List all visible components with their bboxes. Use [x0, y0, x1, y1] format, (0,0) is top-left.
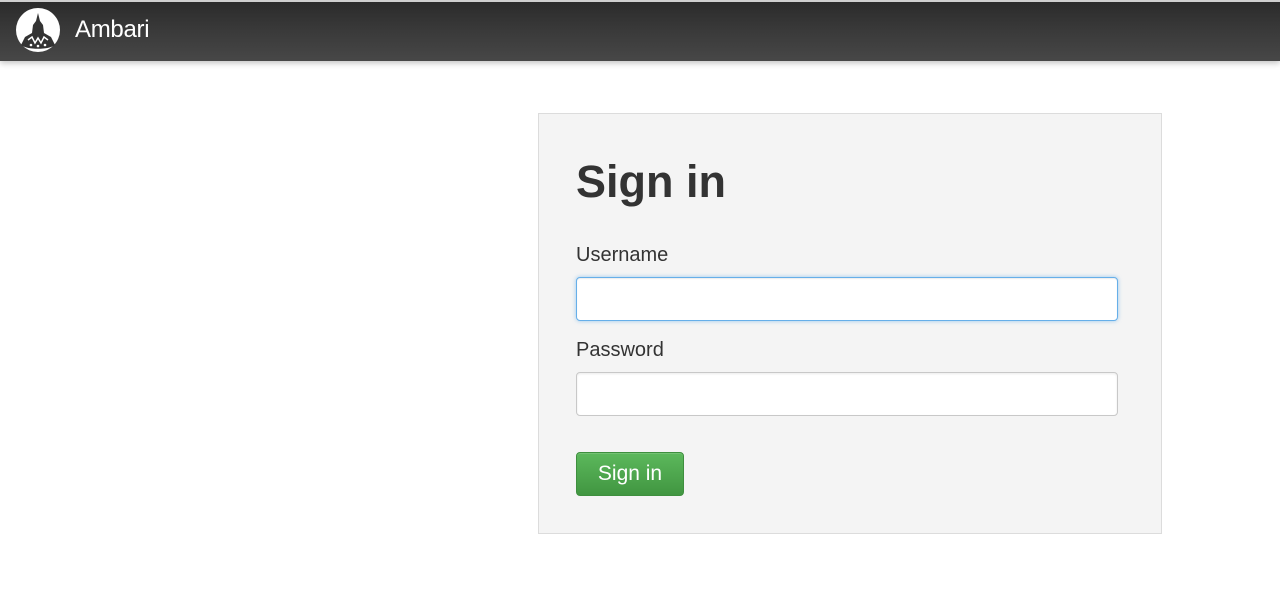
brand-name[interactable]: Ambari: [75, 15, 150, 45]
ambari-logo-icon[interactable]: [15, 7, 61, 53]
password-input[interactable]: [576, 372, 1118, 416]
username-input[interactable]: [576, 277, 1118, 321]
password-label: Password: [576, 339, 664, 361]
sign-in-button[interactable]: Sign in: [576, 452, 684, 496]
page-title: Sign in: [576, 156, 726, 207]
login-panel: Sign in Username Password Sign in: [538, 113, 1162, 534]
top-navbar: Ambari: [0, 0, 1280, 61]
username-label: Username: [576, 244, 669, 266]
